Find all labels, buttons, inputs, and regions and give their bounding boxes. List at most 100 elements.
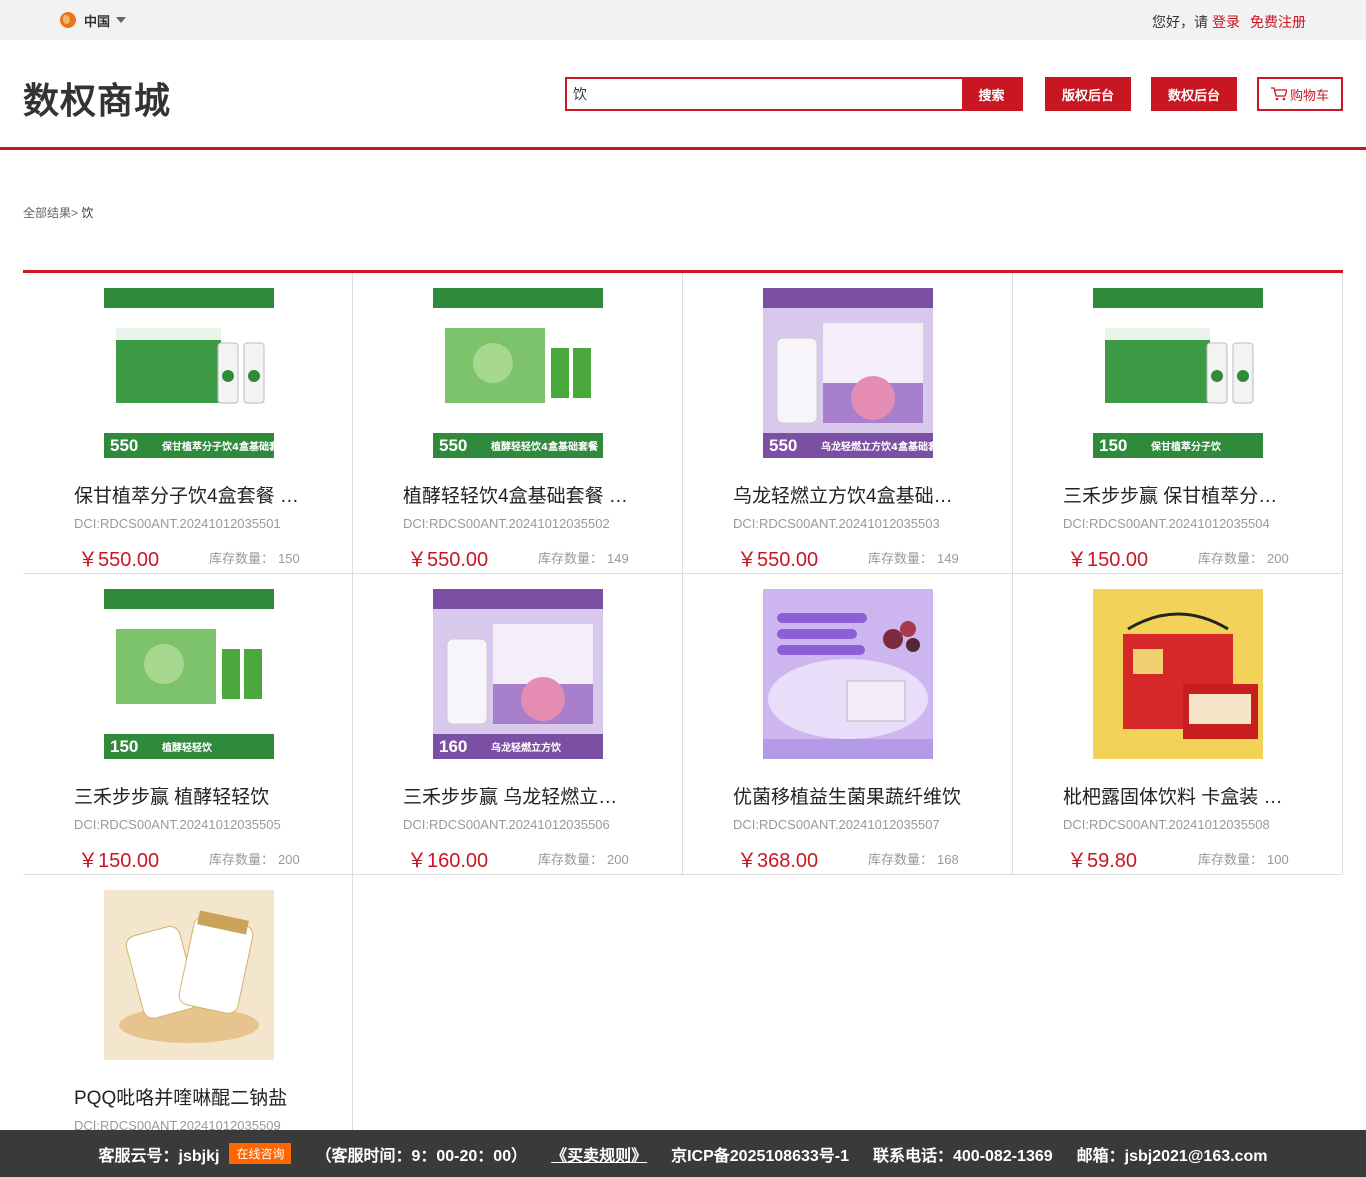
stock-label: 库存数量：	[538, 551, 604, 566]
footer-email: 邮箱：jsbj2021@163.com	[1076, 1147, 1268, 1165]
copyright-admin-button[interactable]: 版权后台	[1045, 77, 1131, 111]
price-badge: 150	[110, 737, 138, 756]
product-stock: 库存数量： 149	[534, 548, 629, 567]
footer: 客服云号：jsbjkj 在线咨询 （客服时间：9：00-20：00） 《买卖规则…	[0, 1130, 1366, 1177]
product-image[interactable]	[1093, 589, 1263, 759]
product-price: ￥150.00	[1067, 549, 1149, 571]
rules-link[interactable]: 《买卖规则》	[551, 1142, 647, 1166]
product-title[interactable]: 保甘植萃分子饮4盒套餐 【三禾步步赢】	[74, 481, 304, 508]
product-dci: DCI:RDCS00ANT.20241012035501	[74, 516, 281, 531]
product-image[interactable]: 550 植酵轻轻饮4盒基础套餐	[433, 288, 603, 458]
stock-label: 库存数量：	[209, 551, 275, 566]
product-card[interactable]: 550乌龙轻燃立方饮4盒基础套餐乌龙轻燃立方饮4盒基础套餐DCI:RDCS00A…	[683, 273, 1013, 574]
product-price: ￥160.00	[407, 850, 489, 872]
product-stock: 库存数量： 200	[205, 849, 300, 868]
banner-text: 保甘植萃分子饮	[1150, 440, 1222, 453]
stock-count: 150	[278, 551, 300, 566]
breadcrumb-current: 饮	[81, 206, 94, 220]
login-link[interactable]: 登录	[1212, 12, 1240, 32]
product-stock: 库存数量： 168	[864, 849, 959, 868]
product-card[interactable]: 550 植酵轻轻饮4盒基础套餐植酵轻轻饮4盒基础套餐 【三禾步步赢】 DCI:RDC…	[353, 273, 683, 574]
search-input[interactable]	[567, 79, 962, 109]
product-grid: 550 保甘植萃分子饮4盒基础套餐保甘植萃分子饮4盒套餐 【三禾步步赢】 DCI:R…	[23, 270, 1343, 1176]
product-price: ￥550.00	[78, 549, 160, 571]
product-card[interactable]: 150 植酵轻轻饮三禾步步赢 植酵轻轻饮 DCI:RDCS00ANT.2024101…	[23, 574, 353, 875]
banner-text: 乌龙轻燃立方饮4盒基础套餐	[821, 440, 933, 453]
stock-count: 200	[278, 852, 300, 867]
product-image[interactable]	[104, 890, 274, 1060]
data-admin-button[interactable]: 数权后台	[1151, 77, 1237, 111]
region-label: 中国	[84, 13, 111, 29]
product-title[interactable]: 枇杷露固体饮料 卡盒装 礼盒	[1063, 782, 1293, 809]
product-price: ￥59.80	[1067, 850, 1138, 872]
price-badge: 550	[439, 436, 467, 455]
cart-label: 购物车	[1289, 87, 1329, 103]
product-title[interactable]: 三禾步步赢 乌龙轻燃立方饮	[403, 782, 633, 809]
chevron-down-icon	[116, 17, 127, 23]
price-badge: 550	[110, 436, 138, 455]
product-image[interactable]	[763, 589, 933, 759]
product-price: ￥368.00	[737, 850, 819, 872]
product-card[interactable]: 150 保甘植萃分子饮 三禾步步赢 保甘植萃分子饮 DCI:RDCS00ANT.202…	[1013, 273, 1343, 574]
top-bar: 中国 您好，请 登录 免费注册	[0, 0, 1366, 40]
product-image[interactable]: 150 植酵轻轻饮	[104, 589, 274, 759]
stock-count: 149	[937, 551, 959, 566]
footer-cs-id: 客服云号：jsbjkj	[98, 1147, 220, 1165]
product-image[interactable]: 150 保甘植萃分子饮	[1093, 288, 1263, 458]
price-badge: 160	[439, 737, 467, 756]
product-stock: 库存数量： 149	[864, 548, 959, 567]
search-button[interactable]: 搜索	[962, 79, 1021, 109]
breadcrumb-all[interactable]: 全部结果	[23, 206, 71, 220]
banner-text: 植酵轻轻饮	[161, 741, 213, 754]
product-dci: DCI:RDCS00ANT.20241012035505	[74, 817, 281, 832]
stock-label: 库存数量：	[1198, 852, 1264, 867]
product-image[interactable]: 550 乌龙轻燃立方饮4盒基础套餐	[763, 288, 933, 458]
breadcrumb: 全部结果> 饮	[23, 204, 93, 221]
product-price: ￥550.00	[737, 549, 819, 571]
product-card[interactable]: 枇杷露固体饮料 卡盒装 礼盒 DCI:RDCS00ANT.202410120355…	[1013, 574, 1343, 875]
header: 数权商城 搜索 版权后台 数权后台 购物车	[0, 40, 1366, 150]
product-title[interactable]: 优菌移植益生菌果蔬纤维饮	[733, 782, 963, 809]
product-title[interactable]: 三禾步步赢 植酵轻轻饮	[74, 782, 304, 809]
footer-phone: 联系电话：400-082-1369	[873, 1147, 1053, 1165]
product-card[interactable]: 550 保甘植萃分子饮4盒基础套餐保甘植萃分子饮4盒套餐 【三禾步步赢】 DCI:R…	[23, 273, 353, 574]
product-dci: DCI:RDCS00ANT.20241012035506	[403, 817, 610, 832]
product-image[interactable]: 550 保甘植萃分子饮4盒基础套餐	[104, 288, 274, 458]
product-title[interactable]: 乌龙轻燃立方饮4盒基础套餐	[733, 481, 963, 508]
banner-text: 保甘植萃分子饮4盒基础套餐	[161, 440, 274, 453]
product-dci: DCI:RDCS00ANT.20241012035508	[1063, 817, 1270, 832]
product-title[interactable]: 植酵轻轻饮4盒基础套餐 【三禾步步赢】	[403, 481, 633, 508]
stock-count: 168	[937, 852, 959, 867]
stock-count: 200	[1267, 551, 1289, 566]
globe-icon	[60, 12, 76, 28]
stock-label: 库存数量：	[868, 852, 934, 867]
online-consult-button[interactable]: 在线咨询	[229, 1143, 292, 1164]
price-badge: 550	[769, 436, 797, 455]
product-title[interactable]: 三禾步步赢 保甘植萃分子饮	[1063, 481, 1293, 508]
stock-label: 库存数量：	[868, 551, 934, 566]
footer-icp[interactable]: 京ICP备2025108633号-1	[671, 1142, 849, 1166]
region-selector[interactable]: 中国	[60, 11, 127, 29]
cart-button[interactable]: 购物车	[1257, 77, 1343, 111]
price-badge: 150	[1099, 436, 1127, 455]
product-price: ￥150.00	[78, 850, 160, 872]
stock-count: 100	[1267, 852, 1289, 867]
stock-count: 149	[607, 551, 629, 566]
product-title[interactable]: PQQ吡咯并喹啉醌二钠盐	[74, 1083, 304, 1110]
site-logo[interactable]: 数权商城	[23, 72, 171, 124]
login-greeting: 您好，请 登录 免费注册	[1152, 12, 1306, 32]
breadcrumb-separator: >	[71, 206, 79, 220]
product-card[interactable]: 优菌移植益生菌果蔬纤维饮 DCI:RDCS00ANT.20241012035507…	[683, 574, 1013, 875]
product-stock: 库存数量： 150	[205, 548, 300, 567]
greeting-text: 您好，请	[1152, 14, 1208, 30]
stock-label: 库存数量：	[209, 852, 275, 867]
product-stock: 库存数量： 100	[1194, 849, 1289, 868]
product-stock: 库存数量： 200	[1194, 548, 1289, 567]
banner-text: 乌龙轻燃立方饮	[491, 741, 562, 754]
stock-label: 库存数量：	[1198, 551, 1264, 566]
product-price: ￥550.00	[407, 549, 489, 571]
register-link[interactable]: 免费注册	[1250, 12, 1306, 32]
product-card[interactable]: 160 乌龙轻燃立方饮三禾步步赢 乌龙轻燃立方饮 DCI:RDCS00ANT.202…	[353, 574, 683, 875]
footer-hours: （客服时间：9：00-20：00）	[315, 1147, 528, 1165]
product-image[interactable]: 160 乌龙轻燃立方饮	[433, 589, 603, 759]
